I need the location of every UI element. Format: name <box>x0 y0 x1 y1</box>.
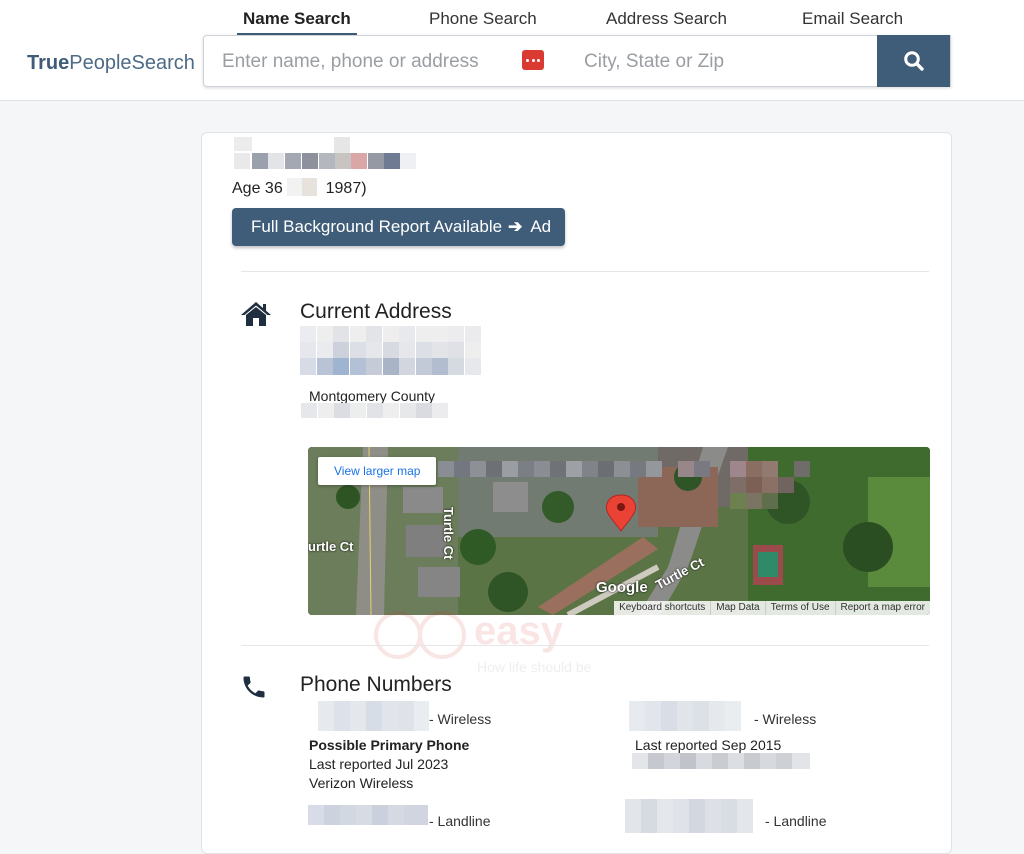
google-logo: Google <box>596 579 648 596</box>
tab-name-search[interactable]: Name Search <box>237 9 357 36</box>
birth-date-redacted <box>287 178 321 196</box>
name-search-input[interactable] <box>220 48 514 76</box>
arrow-right-icon: ➔ <box>508 217 523 236</box>
person-age: Age 36 1987) <box>232 178 367 197</box>
map-footer: Keyboard shortcuts Map Data Terms of Use… <box>614 601 930 615</box>
view-larger-map-link[interactable]: View larger map <box>318 457 437 485</box>
tab-email-search[interactable]: Email Search <box>802 9 903 29</box>
current-address-title: Current Address <box>300 300 452 323</box>
primary-phone-label: Possible Primary Phone <box>309 737 470 753</box>
map-data-link[interactable]: Map Data <box>710 601 764 615</box>
search-tabs: Name Search Phone Search Address Search … <box>205 9 949 36</box>
phone-type: - Landline <box>429 813 491 829</box>
tab-address-search[interactable]: Address Search <box>606 9 727 29</box>
search-bar <box>203 35 951 87</box>
county-label: Montgomery County <box>309 388 436 404</box>
divider <box>241 645 929 646</box>
last-reported: Last reported Jul 2023 <box>309 756 449 772</box>
phone-icon <box>243 676 265 698</box>
background-report-button[interactable]: Full Background Report Available ➔ Ad <box>232 208 565 246</box>
tab-phone-search[interactable]: Phone Search <box>429 9 537 29</box>
carrier-name: Verizon Wireless <box>309 775 414 791</box>
person-card: Age 36 1987) Full Background Report Avai… <box>201 132 952 854</box>
last-reported: Last reported Sep 2015 <box>635 737 782 753</box>
site-header: TruePeopleSearch Name Search Phone Searc… <box>0 0 1024 101</box>
phone-numbers-title: Phone Numbers <box>300 673 452 696</box>
site-logo[interactable]: TruePeopleSearch <box>27 52 195 75</box>
search-button[interactable] <box>877 35 950 87</box>
report-map-error-link[interactable]: Report a map error <box>834 601 930 615</box>
phone-type: - Wireless <box>429 711 492 727</box>
more-options-icon[interactable] <box>522 50 544 70</box>
watermark-logo-icon <box>374 611 466 659</box>
keyboard-shortcuts-link[interactable]: Keyboard shortcuts <box>614 601 710 615</box>
phone-type: - Wireless <box>754 711 817 727</box>
phone-type: - Landline <box>765 813 827 829</box>
street-label: Turtle Ct <box>441 507 456 560</box>
street-label: urtle Ct <box>308 539 354 554</box>
city-state-zip-input[interactable] <box>582 48 866 76</box>
divider <box>241 271 929 272</box>
address-map[interactable]: View larger map Turtle Ct urtle Ct Turtl… <box>308 447 930 615</box>
home-icon <box>241 302 271 326</box>
search-icon <box>903 51 924 71</box>
terms-of-use-link[interactable]: Terms of Use <box>764 601 835 615</box>
